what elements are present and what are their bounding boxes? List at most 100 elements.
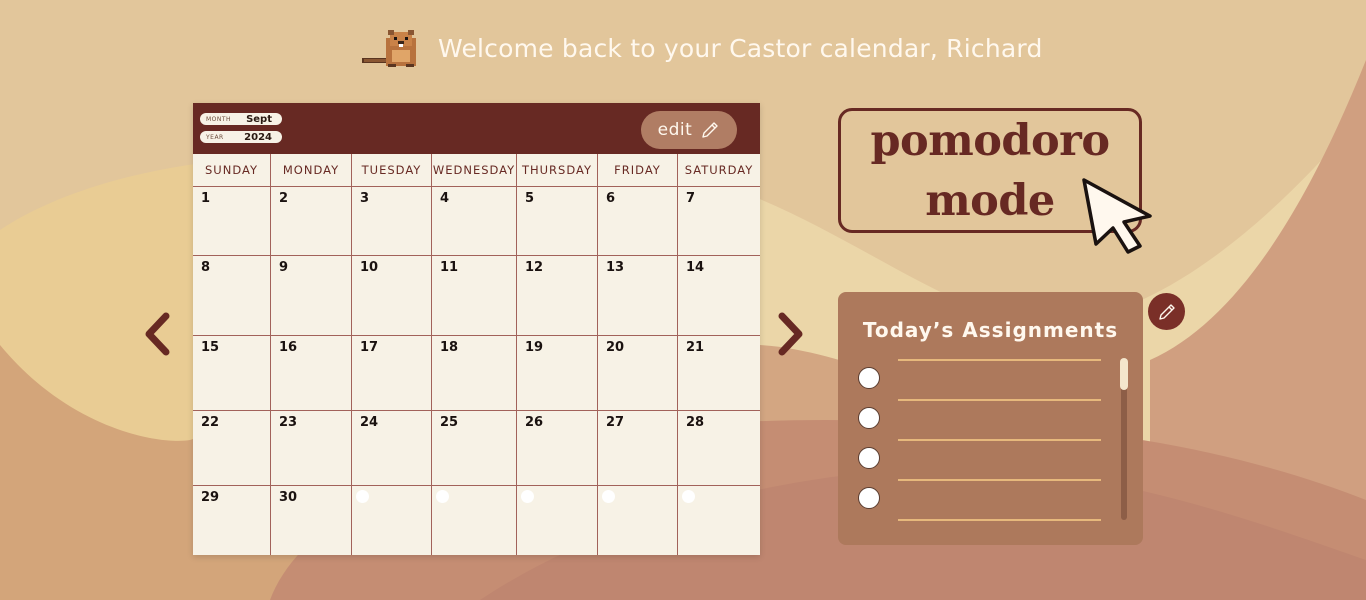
- empty-day-cell: [432, 486, 517, 555]
- day-number: 23: [279, 415, 298, 430]
- day-number: 24: [360, 415, 379, 430]
- empty-day-cell: [678, 486, 760, 555]
- welcome-text: Welcome back to your Castor calendar, Ri…: [438, 33, 1043, 63]
- empty-day-marker: [602, 490, 615, 503]
- day-number: 5: [525, 191, 535, 206]
- day-cell[interactable]: 13: [598, 256, 678, 336]
- weekday-monday: MONDAY: [271, 154, 352, 186]
- weekday-sunday: SUNDAY: [193, 154, 271, 186]
- day-cell[interactable]: 24: [352, 411, 432, 486]
- day-cell[interactable]: 19: [517, 336, 598, 411]
- assignments-scroll-thumb[interactable]: [1120, 358, 1128, 390]
- calendar-header: MONTH Sept YEAR 2024 edit: [193, 103, 760, 154]
- day-number: 26: [525, 415, 544, 430]
- weekday-thursday: THURSDAY: [517, 154, 598, 186]
- day-cell[interactable]: 7: [678, 187, 760, 256]
- day-number: 15: [201, 340, 220, 355]
- day-cell[interactable]: 9: [271, 256, 352, 336]
- weekday-friday: FRIDAY: [598, 154, 678, 186]
- empty-day-marker: [521, 490, 534, 503]
- year-value: 2024: [244, 131, 272, 143]
- empty-day-marker: [436, 490, 449, 503]
- day-cell[interactable]: 25: [432, 411, 517, 486]
- month-value: Sept: [246, 113, 272, 125]
- day-number: 16: [279, 340, 298, 355]
- day-number: 7: [686, 191, 696, 206]
- day-cell[interactable]: 11: [432, 256, 517, 336]
- day-cell[interactable]: 5: [517, 187, 598, 256]
- day-cell[interactable]: 8: [193, 256, 271, 336]
- assignment-checkbox[interactable]: [858, 367, 880, 389]
- day-number: 20: [606, 340, 625, 355]
- day-cell[interactable]: 14: [678, 256, 760, 336]
- welcome-header: Welcome back to your Castor calendar, Ri…: [360, 28, 1043, 68]
- day-cell[interactable]: 6: [598, 187, 678, 256]
- day-cell[interactable]: 27: [598, 411, 678, 486]
- pointer-cursor-icon: [1082, 178, 1152, 254]
- assignment-item: [858, 359, 1108, 401]
- day-cell[interactable]: 15: [193, 336, 271, 411]
- pencil-icon: [1158, 303, 1175, 320]
- assignment-checkbox[interactable]: [858, 487, 880, 509]
- day-number: 29: [201, 490, 220, 505]
- day-number: 9: [279, 260, 289, 275]
- day-cell[interactable]: 3: [352, 187, 432, 256]
- assignments-title: Today’s Assignments: [862, 318, 1119, 342]
- weekday-header-row: SUNDAY MONDAY TUESDAY WEDNESDAY THURSDAY…: [193, 154, 760, 187]
- assignment-checkbox[interactable]: [858, 447, 880, 469]
- weekday-saturday: SATURDAY: [684, 163, 754, 177]
- day-number: 14: [686, 260, 705, 275]
- day-cell[interactable]: 18: [432, 336, 517, 411]
- day-cell[interactable]: 30: [271, 486, 352, 555]
- assignment-checkbox[interactable]: [858, 407, 880, 429]
- day-cell[interactable]: 17: [352, 336, 432, 411]
- day-cell[interactable]: 12: [517, 256, 598, 336]
- assignment-item: [858, 479, 1108, 521]
- edit-calendar-button[interactable]: edit: [641, 111, 737, 149]
- edit-assignments-button[interactable]: [1148, 293, 1185, 330]
- day-cell[interactable]: 2: [271, 187, 352, 256]
- day-number: 12: [525, 260, 544, 275]
- chevron-left-icon[interactable]: [142, 312, 172, 356]
- day-number: 21: [686, 340, 705, 355]
- day-cell[interactable]: 21: [678, 336, 760, 411]
- day-number: 22: [201, 415, 220, 430]
- day-cell[interactable]: 1: [193, 187, 271, 256]
- assignment-item: [858, 439, 1108, 481]
- day-number: 10: [360, 260, 379, 275]
- day-number: 18: [440, 340, 459, 355]
- day-cell[interactable]: 29: [193, 486, 271, 555]
- day-cell[interactable]: 16: [271, 336, 352, 411]
- pomodoro-label-line1: pomodoro: [870, 115, 1110, 166]
- month-selector[interactable]: MONTH Sept: [200, 113, 282, 125]
- day-cell[interactable]: 28: [678, 411, 760, 486]
- day-number: 1: [201, 191, 211, 206]
- day-cell[interactable]: 10: [352, 256, 432, 336]
- day-cell[interactable]: 22: [193, 411, 271, 486]
- day-number: 25: [440, 415, 459, 430]
- assignment-item: [858, 399, 1108, 441]
- year-label: YEAR: [206, 133, 224, 141]
- pencil-icon: [702, 122, 719, 138]
- beaver-icon: [362, 30, 416, 67]
- chevron-right-icon[interactable]: [776, 312, 806, 356]
- day-number: 19: [525, 340, 544, 355]
- assignment-line[interactable]: [898, 519, 1101, 521]
- day-cell[interactable]: 26: [517, 411, 598, 486]
- empty-day-marker: [356, 490, 369, 503]
- day-number: 17: [360, 340, 379, 355]
- day-number: 6: [606, 191, 616, 206]
- assignments-panel: Today’s Assignments: [838, 292, 1143, 545]
- day-cell[interactable]: 20: [598, 336, 678, 411]
- weekday-tuesday: TUESDAY: [352, 154, 432, 186]
- weekday-wednesday: WEDNESDAY: [432, 154, 517, 186]
- empty-day-cell: [598, 486, 678, 555]
- calendar-grid: 1 2 3 4 5 6 7 8 9 10 11 12 13 14 15 16 1…: [193, 187, 760, 555]
- day-number: 3: [360, 191, 370, 206]
- day-number: 2: [279, 191, 289, 206]
- day-cell[interactable]: 4: [432, 187, 517, 256]
- day-cell[interactable]: 23: [271, 411, 352, 486]
- day-number: 11: [440, 260, 459, 275]
- year-selector[interactable]: YEAR 2024: [200, 131, 282, 143]
- day-number: 4: [440, 191, 450, 206]
